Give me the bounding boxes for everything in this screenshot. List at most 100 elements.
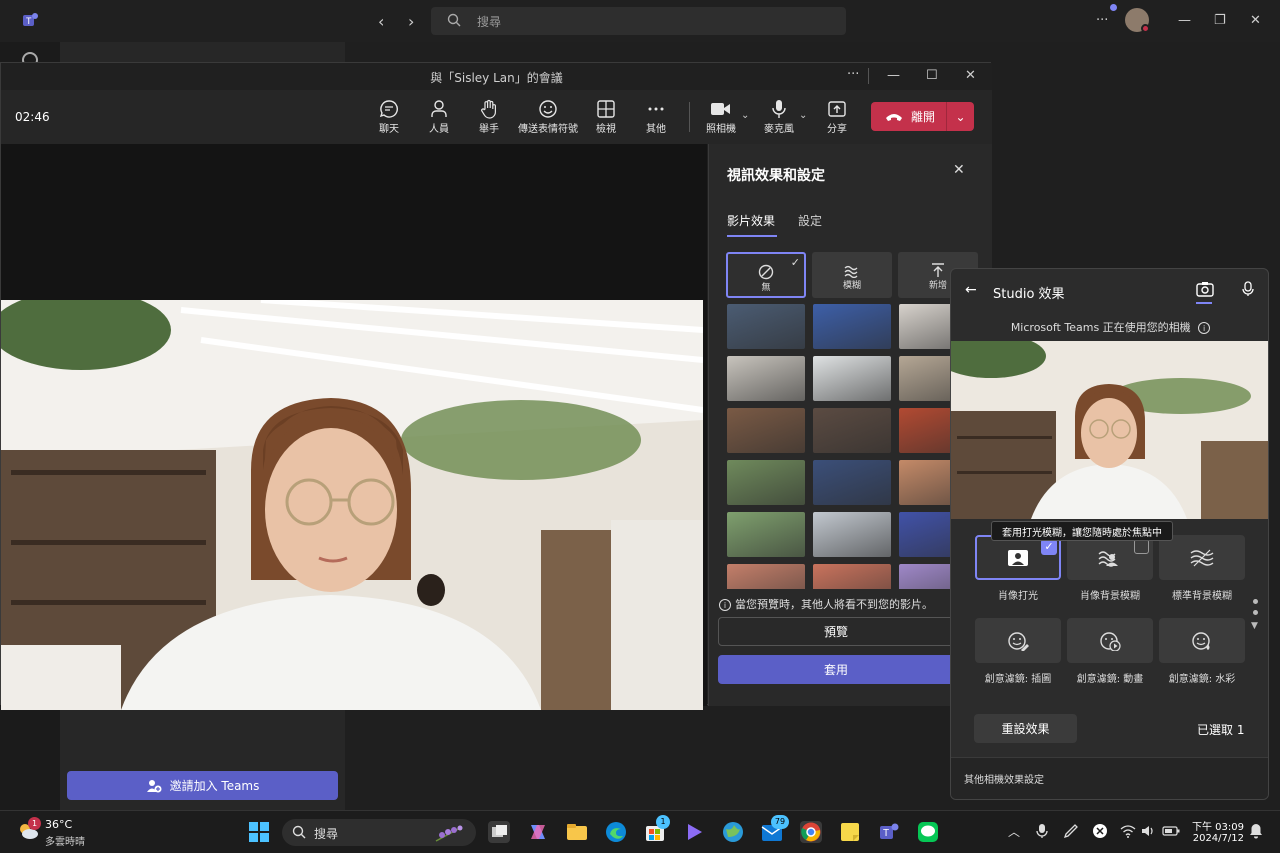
more-camera-settings-link[interactable]: 其他相機效果設定 [951, 757, 1268, 799]
minimize-icon[interactable]: — [1178, 13, 1191, 28]
back-arrow-icon[interactable]: ← [965, 282, 977, 298]
meeting-toolbar: 02:46 聊天 人員 舉手 傳送表情符號 檢視 其他 照相機 ⌄ 麥克風 ⌄ … [1, 90, 992, 144]
chrome-icon[interactable] [800, 821, 822, 843]
invite-to-teams-button[interactable]: 邀請加入 Teams [67, 771, 338, 800]
search-box[interactable]: 搜尋 [431, 7, 846, 35]
option-filter-illustration[interactable] [975, 618, 1061, 663]
edge-icon[interactable] [605, 821, 627, 843]
teams-taskbar-icon[interactable]: T [878, 821, 900, 843]
sticky-notes-icon[interactable] [839, 821, 861, 843]
store-badge: 1 [656, 815, 670, 829]
option-portrait-light[interactable]: ✓ [975, 535, 1061, 580]
panel-close-icon[interactable]: ✕ [953, 162, 965, 178]
background-thumbnail[interactable] [727, 564, 805, 589]
close-circle-tray-icon[interactable] [1092, 823, 1108, 839]
meeting-close-icon[interactable]: ✕ [965, 68, 976, 83]
weather-temp: 36°C [45, 818, 73, 831]
background-thumbnail[interactable] [727, 356, 805, 401]
background-thumbnails [727, 304, 977, 589]
meeting-maximize-icon[interactable]: ☐ [926, 68, 938, 83]
media-player-icon[interactable] [683, 821, 705, 843]
close-icon[interactable]: ✕ [1250, 13, 1261, 28]
outlook-icon[interactable]: 79 [761, 815, 789, 843]
avatar[interactable] [1125, 8, 1150, 33]
leave-button[interactable]: 離開 ⌄ [871, 102, 974, 131]
background-thumbnail[interactable] [727, 460, 805, 505]
option-filter-watercolor[interactable] [1159, 618, 1245, 663]
pen-tray-icon[interactable] [1063, 823, 1079, 839]
meeting-timer: 02:46 [15, 110, 50, 124]
leave-chevron-icon[interactable]: ⌄ [946, 102, 974, 131]
background-thumbnail[interactable] [727, 408, 805, 453]
mail-badge: 79 [771, 815, 789, 829]
back-arrow-icon[interactable]: ‹ [378, 12, 384, 31]
effect-none[interactable]: 無 ✓ [726, 252, 806, 298]
reactions-button[interactable]: 傳送表情符號 [513, 98, 583, 135]
scroll-down-icon[interactable]: ▼ [1251, 621, 1258, 631]
option-filter-animation[interactable] [1067, 618, 1153, 663]
teams-title-bar: T ‹ › 搜尋 ··· — ❐ ✕ [0, 0, 1280, 42]
background-thumbnail[interactable] [813, 408, 891, 453]
hang-up-icon [885, 111, 903, 123]
portrait-light-tooltip: 套用打光模糊，讓您隨時處於焦點中 [991, 521, 1173, 541]
wifi-icon[interactable] [1120, 824, 1136, 838]
reset-effects-button[interactable]: 重設效果 [974, 714, 1077, 743]
checkbox-unchecked-icon[interactable] [1134, 539, 1149, 554]
volume-icon[interactable] [1141, 824, 1157, 838]
start-icon[interactable] [249, 822, 269, 842]
filter-watercolor-label: 創意濾鏡: 水彩 [1168, 674, 1236, 685]
effect-blur[interactable]: 模糊 [812, 252, 892, 298]
forward-arrow-icon[interactable]: › [408, 12, 414, 31]
tab-settings[interactable]: 設定 [798, 212, 822, 229]
meeting-stage [1, 144, 707, 710]
more-icon [626, 98, 686, 120]
portrait-light-label: 肖像打光 [998, 591, 1038, 602]
preview-button[interactable]: 預覽 [718, 617, 954, 646]
mic-tray-icon[interactable] [1036, 823, 1048, 839]
show-hidden-icons[interactable]: ︿ [1008, 823, 1020, 840]
checkbox-checked-icon[interactable]: ✓ [1041, 539, 1057, 555]
share-button[interactable]: 分享 [807, 98, 867, 135]
filter-illustration-icon [1007, 631, 1029, 651]
apply-button[interactable]: 套用 [718, 655, 954, 684]
raise-hand-button[interactable]: 舉手 [459, 98, 519, 135]
copilot-icon[interactable] [527, 821, 549, 843]
line-icon[interactable] [917, 821, 939, 843]
option-standard-blur[interactable] [1159, 535, 1245, 580]
studio-mic-tab[interactable] [1241, 281, 1255, 297]
restore-icon[interactable]: ❐ [1214, 13, 1226, 28]
more-button[interactable]: 其他 [626, 98, 686, 135]
background-thumbnail[interactable] [727, 512, 805, 557]
background-thumbnail[interactable] [813, 356, 891, 401]
weather-icon[interactable]: 1 [16, 817, 41, 839]
taskbar-search[interactable]: 搜尋 [282, 819, 476, 846]
background-thumbnail[interactable] [813, 512, 891, 557]
camera-tab-indicator [1196, 302, 1212, 304]
file-explorer-icon[interactable] [566, 821, 588, 843]
meeting-more-icon[interactable]: ··· [847, 67, 859, 82]
background-thumbnail[interactable] [813, 304, 891, 349]
tab-video-effects[interactable]: 影片效果 [727, 212, 775, 229]
battery-icon[interactable] [1162, 825, 1180, 837]
store-icon[interactable]: 1 [644, 815, 670, 843]
camera-usage-info: Microsoft Teams 正在使用您的相機 i [951, 319, 1268, 335]
standard-blur-label: 標準背景模糊 [1172, 591, 1232, 602]
maps-icon[interactable] [722, 821, 744, 843]
svg-text:T: T [26, 16, 32, 26]
clock-date: 2024/7/12 [1192, 833, 1244, 844]
background-thumbnail[interactable] [813, 564, 891, 589]
task-view-icon[interactable] [488, 821, 510, 843]
clock[interactable]: 下午 03:09 2024/7/12 [1192, 818, 1244, 844]
more-camera-settings-label: 其他相機效果設定 [964, 775, 1044, 786]
view-label: 檢視 [596, 124, 616, 135]
more-options-icon[interactable]: ··· [1096, 13, 1108, 28]
background-thumbnail[interactable] [727, 304, 805, 349]
option-portrait-blur[interactable] [1067, 535, 1153, 580]
meeting-title: 與「Sisley Lan」的會議 [430, 71, 563, 85]
filter-watercolor-icon [1191, 631, 1213, 651]
studio-camera-tab[interactable] [1196, 281, 1214, 304]
background-thumbnail[interactable] [813, 460, 891, 505]
meeting-minimize-icon[interactable]: — [887, 68, 900, 83]
notification-dot [1110, 4, 1117, 11]
notification-bell-icon[interactable] [1249, 823, 1263, 839]
